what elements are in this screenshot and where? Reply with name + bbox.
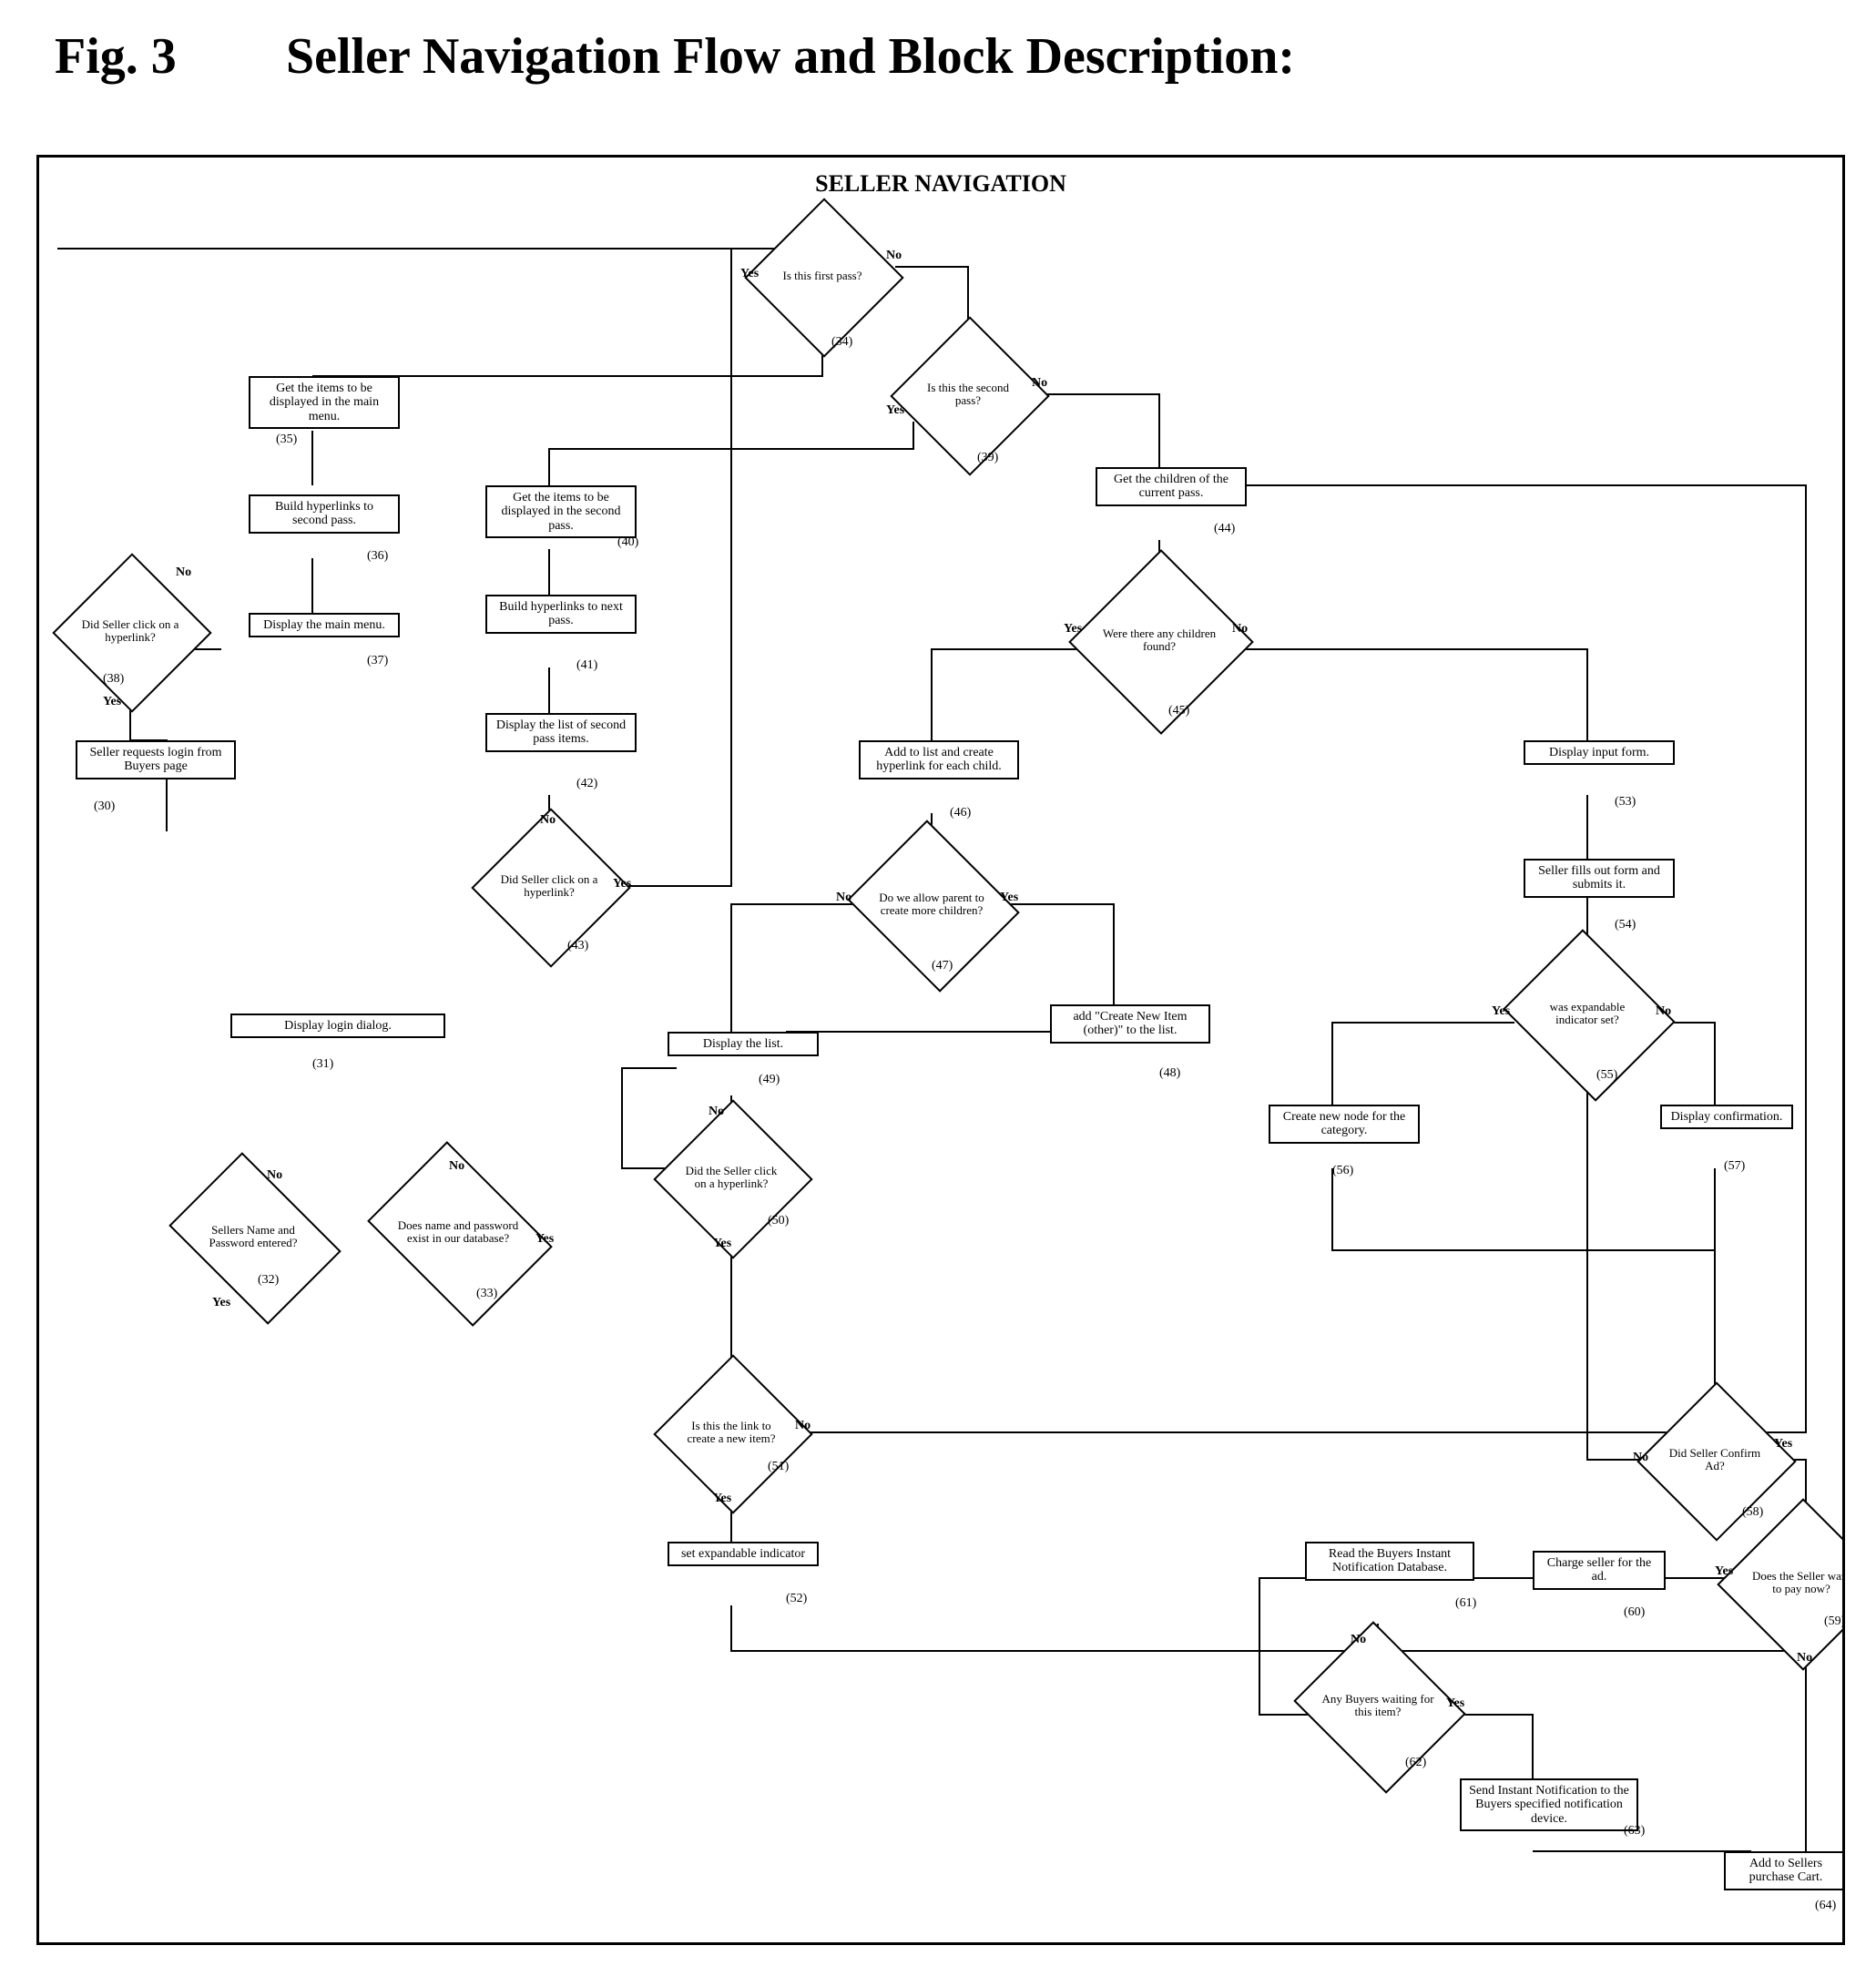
ref-56: (56) bbox=[1332, 1164, 1353, 1178]
ref-30: (30) bbox=[94, 800, 115, 814]
process-display-confirmation: Display confirmation. bbox=[1660, 1105, 1793, 1129]
process-add-to-cart: Add to Sellers purchase Cart. bbox=[1724, 1851, 1845, 1890]
ref-62: (62) bbox=[1405, 1756, 1426, 1770]
decision-second-pass: Is this the second pass? bbox=[913, 340, 1023, 449]
edge-yes: Yes bbox=[1774, 1437, 1792, 1452]
edge-yes: Yes bbox=[535, 1232, 554, 1247]
ref-41: (41) bbox=[576, 658, 597, 673]
ref-57: (57) bbox=[1724, 1159, 1745, 1174]
process-display-second-pass: Display the list of second pass items. bbox=[485, 713, 637, 752]
flowchart-canvas: SELLER NAVIGATION bbox=[36, 155, 1845, 1945]
edge-no: No bbox=[709, 1105, 724, 1119]
edge-yes: Yes bbox=[212, 1296, 230, 1310]
ref-45: (45) bbox=[1168, 704, 1189, 718]
edge-no: No bbox=[540, 813, 556, 828]
ref-35: (35) bbox=[276, 433, 297, 447]
ref-60: (60) bbox=[1624, 1605, 1645, 1620]
process-display-login: Display login dialog. bbox=[230, 1014, 445, 1038]
ref-40: (40) bbox=[617, 535, 638, 550]
ref-55: (55) bbox=[1596, 1068, 1617, 1083]
process-get-second-pass-items: Get the items to be displayed in the sec… bbox=[485, 485, 637, 538]
decision-credentials-entered: Sellers Name and Password entered? bbox=[185, 1187, 321, 1287]
edge-no: No bbox=[795, 1419, 811, 1433]
process-build-links-second: Build hyperlinks to second pass. bbox=[249, 494, 400, 534]
process-get-menu-items: Get the items to be displayed in the mai… bbox=[249, 376, 400, 429]
process-display-input-form: Display input form. bbox=[1524, 740, 1675, 765]
ref-44: (44) bbox=[1214, 522, 1235, 536]
edge-yes: Yes bbox=[103, 695, 121, 709]
ref-51: (51) bbox=[768, 1460, 789, 1474]
decision-click-hyperlink-43: Did Seller click on a hyperlink? bbox=[494, 831, 604, 941]
process-display-list: Display the list. bbox=[668, 1032, 819, 1056]
process-seller-requests-login: Seller requests login from Buyers page bbox=[76, 740, 236, 779]
ref-38: (38) bbox=[103, 672, 124, 687]
ref-42: (42) bbox=[576, 777, 597, 791]
ref-52: (52) bbox=[786, 1592, 807, 1606]
decision-children-found: Were there any children found? bbox=[1096, 576, 1223, 704]
ref-34: (34) bbox=[831, 335, 852, 350]
process-set-expandable: set expandable indicator bbox=[668, 1542, 819, 1566]
process-get-children: Get the children of the current pass. bbox=[1096, 467, 1247, 506]
decision-first-pass: Is this first pass? bbox=[768, 221, 877, 331]
ref-58: (58) bbox=[1742, 1505, 1763, 1520]
ref-37: (37) bbox=[367, 654, 388, 668]
edge-yes: Yes bbox=[613, 877, 631, 891]
decision-click-hyperlink-38: Did Seller click on a hyperlink? bbox=[76, 576, 185, 686]
ref-33: (33) bbox=[476, 1287, 497, 1301]
process-seller-submits-form: Seller fills out form and submits it. bbox=[1524, 859, 1675, 898]
process-build-links-next: Build hyperlinks to next pass. bbox=[485, 595, 637, 634]
ref-61: (61) bbox=[1455, 1596, 1476, 1611]
edge-yes: Yes bbox=[713, 1237, 731, 1251]
edge-no: No bbox=[886, 249, 902, 263]
edge-yes: Yes bbox=[1000, 891, 1018, 905]
ref-47: (47) bbox=[932, 959, 953, 973]
ref-48: (48) bbox=[1159, 1066, 1180, 1081]
ref-49: (49) bbox=[759, 1073, 780, 1087]
edge-no: No bbox=[267, 1168, 282, 1183]
figure-caption: Fig. 3 Seller Navigation Flow and Block … bbox=[55, 27, 1295, 86]
ref-46: (46) bbox=[950, 806, 971, 820]
edge-no: No bbox=[1232, 622, 1248, 637]
edge-yes: Yes bbox=[713, 1492, 731, 1506]
decision-buyers-waiting: Any Buyers waiting for this item? bbox=[1314, 1651, 1442, 1760]
edge-no: No bbox=[176, 565, 191, 580]
edge-yes: Yes bbox=[886, 403, 904, 418]
edge-yes: Yes bbox=[1715, 1564, 1733, 1579]
edge-no: No bbox=[1656, 1004, 1671, 1019]
figure-number: Fig. 3 bbox=[55, 27, 273, 86]
process-send-notification: Send Instant Notification to the Buyers … bbox=[1460, 1778, 1638, 1831]
decision-allow-more-children: Do we allow parent to create more childr… bbox=[868, 850, 995, 959]
edge-no: No bbox=[836, 891, 851, 905]
process-add-to-list: Add to list and create hyperlink for eac… bbox=[859, 740, 1019, 779]
process-display-menu: Display the main menu. bbox=[249, 613, 400, 637]
edge-no: No bbox=[1797, 1651, 1812, 1665]
ref-53: (53) bbox=[1615, 795, 1636, 810]
edge-yes: Yes bbox=[1492, 1004, 1510, 1019]
process-add-create-other: add "Create New Item (other)" to the lis… bbox=[1050, 1004, 1210, 1044]
ref-43: (43) bbox=[567, 939, 588, 953]
ref-64: (64) bbox=[1815, 1899, 1836, 1913]
process-read-buyers-db: Read the Buyers Instant Notification Dat… bbox=[1305, 1542, 1474, 1581]
process-create-node: Create new node for the category. bbox=[1269, 1105, 1420, 1144]
ref-50: (50) bbox=[768, 1214, 789, 1228]
edge-yes: Yes bbox=[1446, 1696, 1464, 1711]
edge-no: No bbox=[1633, 1451, 1648, 1465]
ref-39: (39) bbox=[977, 451, 998, 465]
edge-no: No bbox=[1351, 1633, 1366, 1647]
edge-yes: Yes bbox=[740, 267, 759, 281]
decision-expandable-set: was expandable indicator set? bbox=[1524, 959, 1651, 1068]
ref-36: (36) bbox=[367, 549, 388, 564]
ref-54: (54) bbox=[1615, 918, 1636, 932]
decision-seller-confirm-ad: Did Seller Confirm Ad? bbox=[1660, 1405, 1769, 1514]
edge-no: No bbox=[1032, 376, 1047, 391]
edge-no: No bbox=[449, 1159, 464, 1174]
process-charge-seller: Charge seller for the ad. bbox=[1533, 1551, 1666, 1590]
figure-title: Seller Navigation Flow and Block Descrip… bbox=[286, 28, 1295, 85]
decision-credentials-db: Does name and password exist in our data… bbox=[385, 1177, 531, 1287]
ref-59: (59) bbox=[1824, 1615, 1845, 1629]
ref-31: (31) bbox=[312, 1057, 333, 1072]
edge-yes: Yes bbox=[1064, 622, 1082, 637]
ref-63: (63) bbox=[1624, 1824, 1645, 1839]
ref-32: (32) bbox=[258, 1273, 279, 1288]
